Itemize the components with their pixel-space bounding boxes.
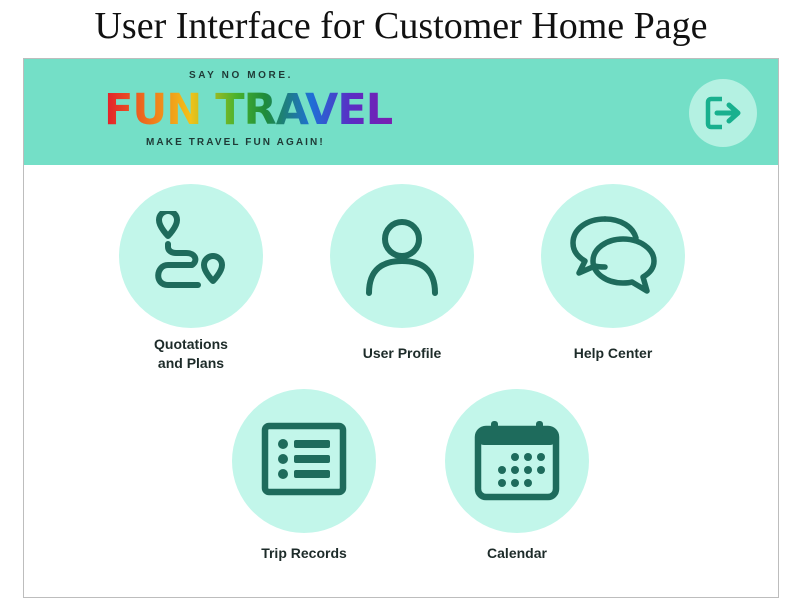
calendar-icon: [474, 421, 560, 501]
subtagline: MAKE TRAVEL FUN AGAIN!: [146, 137, 325, 148]
quotations-plans-label-line2: and Plans: [157, 355, 225, 371]
user-profile-label: User Profile: [362, 345, 442, 361]
page-caption: User Interface for Customer Home Page: [94, 5, 708, 47]
quotations-plans-circle[interactable]: [119, 184, 263, 328]
app-window: SAY NO MORE. FUN TRAVEL MAKE TRAVEL FUN …: [23, 58, 779, 598]
trip-records-circle[interactable]: [232, 389, 376, 533]
header: SAY NO MORE. FUN TRAVEL MAKE TRAVEL FUN …: [24, 59, 778, 165]
quotations-plans-tile[interactable]: Quotations and Plans: [106, 184, 276, 373]
calendar-circle[interactable]: [445, 389, 589, 533]
list-icon: [261, 422, 347, 496]
brand-logo[interactable]: FUN TRAVEL: [104, 85, 393, 135]
user-icon: [366, 219, 438, 296]
calendar-tile[interactable]: Calendar: [432, 389, 602, 563]
user-profile-tile[interactable]: User Profile: [317, 184, 487, 363]
tagline: SAY NO MORE.: [189, 70, 293, 81]
trip-records-label: Trip Records: [261, 545, 347, 561]
route-icon: [155, 211, 225, 288]
calendar-label: Calendar: [487, 545, 547, 561]
help-center-label: Help Center: [573, 345, 653, 361]
quotations-plans-label-line1: Quotations: [154, 336, 228, 352]
quotations-plans-label: Quotations and Plans: [106, 335, 276, 373]
trip-records-tile[interactable]: Trip Records: [219, 389, 389, 563]
help-center-tile[interactable]: Help Center: [528, 184, 698, 363]
logout-icon: [705, 96, 741, 130]
logout-button[interactable]: [689, 79, 757, 147]
help-center-circle[interactable]: [541, 184, 685, 328]
chat-icon: [570, 216, 657, 294]
user-profile-circle[interactable]: [330, 184, 474, 328]
